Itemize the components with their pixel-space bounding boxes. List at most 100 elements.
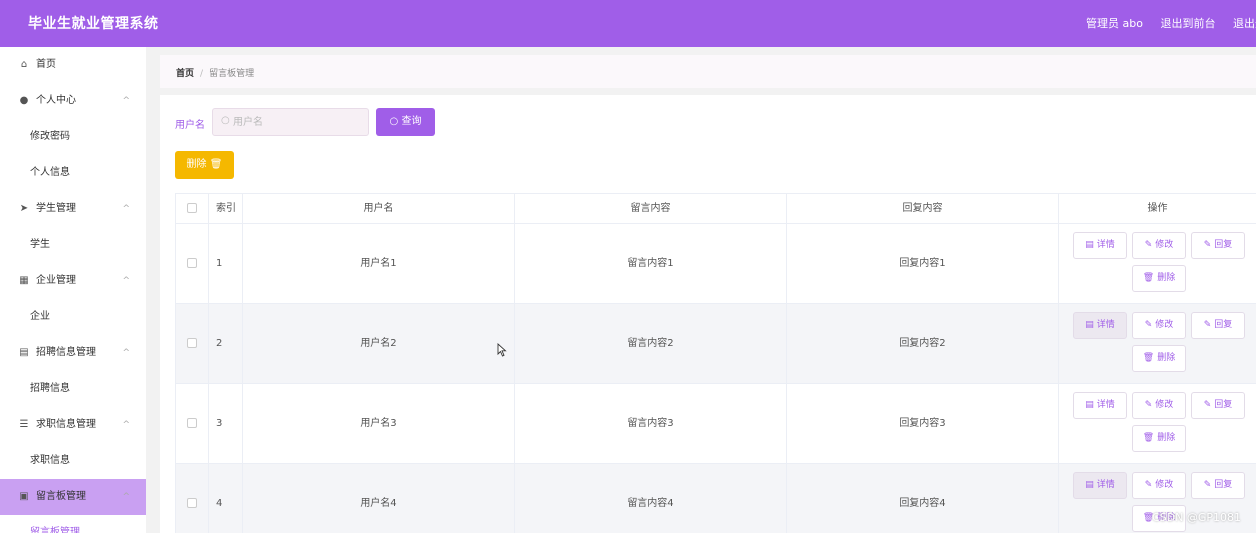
- list-icon: ☰: [19, 419, 29, 430]
- edit-button[interactable]: ✎ 修改: [1132, 232, 1186, 259]
- sidebar-item-personal-center[interactable]: ● 个人中心 ^: [0, 83, 146, 119]
- row-checkbox-cell: [175, 224, 209, 303]
- breadcrumb-separator: /: [200, 69, 204, 79]
- logout-link[interactable]: 退出登录: [1233, 17, 1256, 30]
- search-field[interactable]: ○: [212, 108, 369, 136]
- document-icon: ▤: [1085, 240, 1094, 250]
- table-row: 2 用户名2 留言内容2 回复内容2 ▤ 详情 ✎ 修改 ✎ 回复 🗑 删除: [175, 304, 1256, 384]
- row-operations: ▤ 详情 ✎ 修改 ✎ 回复 🗑 删除: [1059, 304, 1256, 383]
- sidebar-item-company-management[interactable]: ▦ 企业管理 ^: [0, 263, 146, 299]
- search-icon: ○: [221, 115, 230, 126]
- reply-label: 回复: [1214, 400, 1233, 410]
- detail-button[interactable]: ▤ 详情: [1073, 472, 1127, 499]
- row-message: 留言内容3: [515, 384, 787, 463]
- sidebar-item-home[interactable]: ⌂ 首页: [0, 47, 146, 83]
- edit-label: 修改: [1155, 240, 1174, 250]
- sidebar-item-message-board[interactable]: 留言板管理: [0, 515, 146, 533]
- row-checkbox[interactable]: [187, 418, 197, 428]
- mouse-cursor-icon: [497, 343, 507, 357]
- sidebar-item-student-management[interactable]: ➤ 学生管理 ^: [0, 191, 146, 227]
- sidebar-item-job-seeking-info[interactable]: 求职信息: [0, 443, 146, 479]
- header-select-all-cell: [175, 194, 209, 223]
- row-checkbox[interactable]: [187, 498, 197, 508]
- breadcrumb-home[interactable]: 首页: [176, 69, 194, 79]
- sidebar-item-recruitment-info[interactable]: 招聘信息: [0, 371, 146, 407]
- detail-button[interactable]: ▤ 详情: [1073, 232, 1127, 259]
- sidebar-item-personal-info[interactable]: 个人信息: [0, 155, 146, 191]
- delete-label: 删除: [1157, 433, 1176, 443]
- sidebar-item-company[interactable]: 企业: [0, 299, 146, 335]
- grid-icon: ▦: [19, 275, 29, 286]
- header-index: 索引: [209, 194, 243, 223]
- search-label: 用户名: [175, 120, 205, 131]
- row-message: 留言内容1: [515, 224, 787, 303]
- app-title: 毕业生就业管理系统: [28, 16, 159, 32]
- reply-label: 回复: [1214, 320, 1233, 330]
- header-operations: 操作: [1147, 203, 1168, 214]
- batch-delete-button[interactable]: 删除 🗑: [175, 151, 234, 179]
- watermark: CSDN @GP1081: [1152, 511, 1242, 524]
- detail-label: 详情: [1096, 400, 1115, 410]
- reply-button[interactable]: ✎ 回复: [1191, 232, 1245, 259]
- detail-button[interactable]: ▤ 详情: [1073, 392, 1127, 419]
- front-link[interactable]: 退出到前台: [1160, 17, 1215, 30]
- select-all-checkbox[interactable]: [187, 203, 197, 213]
- trash-icon: 🗑: [1142, 433, 1155, 443]
- row-checkbox-cell: [175, 304, 209, 383]
- delete-button[interactable]: 🗑 删除: [1132, 345, 1186, 372]
- delete-button[interactable]: 🗑 删除: [1132, 265, 1186, 292]
- row-checkbox-cell: [175, 464, 209, 533]
- trash-icon: 🗑: [1142, 353, 1155, 363]
- edit-label: 修改: [1155, 400, 1174, 410]
- edit-button[interactable]: ✎ 修改: [1132, 392, 1186, 419]
- sidebar-item-recruitment-management[interactable]: ▤ 招聘信息管理 ^: [0, 335, 146, 371]
- edit-icon: ✎: [1203, 480, 1212, 490]
- chevron-up-icon: ^: [122, 420, 130, 430]
- sidebar-item-label: 求职信息管理: [36, 419, 96, 430]
- table-row: 1 用户名1 留言内容1 回复内容1 ▤ 详情 ✎ 修改 ✎ 回复 🗑 删除: [175, 224, 1256, 304]
- user-icon: ●: [19, 95, 29, 106]
- detail-label: 详情: [1096, 240, 1115, 250]
- chevron-up-icon: ^: [122, 492, 130, 502]
- sidebar-item-label: 个人中心: [36, 95, 76, 106]
- row-username: 用户名3: [243, 384, 515, 463]
- edit-label: 修改: [1155, 480, 1174, 490]
- detail-label: 详情: [1096, 480, 1115, 490]
- trash-icon: 🗑: [1142, 273, 1155, 283]
- table-row: 3 用户名3 留言内容3 回复内容3 ▤ 详情 ✎ 修改 ✎ 回复 🗑 删除: [175, 384, 1256, 464]
- delete-label: 删除: [1157, 353, 1176, 363]
- sidebar-item-label: 学生管理: [36, 203, 76, 214]
- delete-button-label: 删除: [186, 159, 207, 170]
- edit-button[interactable]: ✎ 修改: [1132, 472, 1186, 499]
- edit-button[interactable]: ✎ 修改: [1132, 312, 1186, 339]
- sidebar-item-change-password[interactable]: 修改密码: [0, 119, 146, 155]
- breadcrumb-current: 留言板管理: [209, 69, 255, 79]
- document-icon: ▤: [1085, 320, 1094, 330]
- sidebar-item-job-seeking-management[interactable]: ☰ 求职信息管理 ^: [0, 407, 146, 443]
- row-index: 3: [209, 384, 243, 463]
- message-icon: ▣: [19, 491, 29, 502]
- top-links: 管理员 abo 退出到前台 退出登录: [1086, 15, 1256, 31]
- reply-button[interactable]: ✎ 回复: [1191, 312, 1245, 339]
- reply-label: 回复: [1214, 480, 1233, 490]
- edit-icon: ✎: [1203, 240, 1212, 250]
- row-checkbox[interactable]: [187, 338, 197, 348]
- search-input[interactable]: [233, 114, 363, 130]
- chevron-up-icon: ^: [122, 204, 130, 214]
- query-button[interactable]: ○ 查询: [376, 108, 435, 136]
- sidebar-item-label: 招聘信息管理: [36, 347, 96, 358]
- reply-button[interactable]: ✎ 回复: [1191, 392, 1245, 419]
- sidebar-item-message-board-management[interactable]: ▣ 留言板管理 ^: [0, 479, 146, 515]
- delete-button[interactable]: 🗑 删除: [1132, 425, 1186, 452]
- reply-label: 回复: [1214, 240, 1233, 250]
- sidebar-item-student[interactable]: 学生: [0, 227, 146, 263]
- delete-label: 删除: [1157, 273, 1176, 283]
- breadcrumb-bar: 首页 / 留言板管理: [160, 55, 1256, 88]
- row-checkbox[interactable]: [187, 258, 197, 268]
- detail-button[interactable]: ▤ 详情: [1073, 312, 1127, 339]
- search-icon: ○: [389, 116, 402, 127]
- message-table: 索引 用户名 留言内容 回复内容 操作 1 用户名1 留言内容1 回复内容1 ▤…: [175, 193, 1256, 533]
- reply-button[interactable]: ✎ 回复: [1191, 472, 1245, 499]
- sidebar: ⌂ 首页 ● 个人中心 ^ 修改密码 个人信息 ➤ 学生管理 ^ 学生 ▦ 企业管理 ^…: [0, 47, 146, 533]
- row-checkbox-cell: [175, 384, 209, 463]
